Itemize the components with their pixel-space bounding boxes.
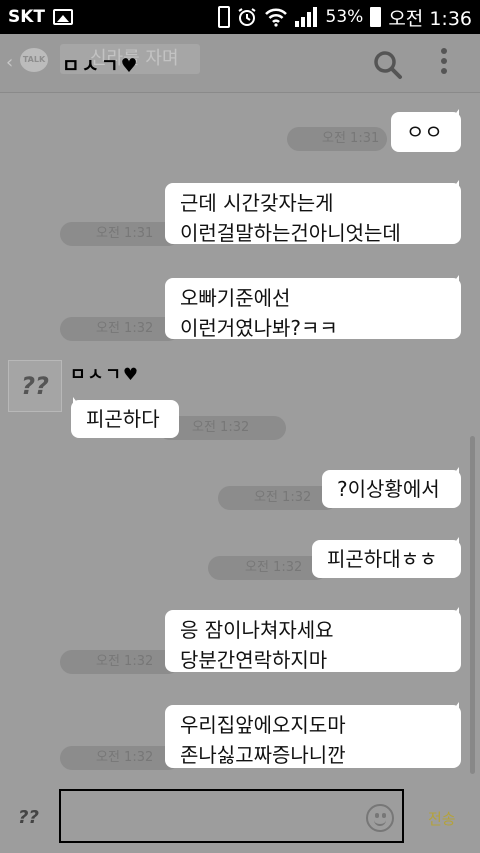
- timestamp: 오전 1:32: [60, 317, 180, 341]
- input-bar: ??: [0, 775, 480, 853]
- search-icon[interactable]: [373, 50, 403, 80]
- emoticon-icon[interactable]: [366, 804, 394, 832]
- timestamp: 오전 1:32: [60, 746, 180, 770]
- message-text: 피곤하다: [86, 407, 160, 431]
- message-bubble[interactable]: 오빠기준에선 이런거였나봐?ㅋㅋ: [165, 275, 461, 340]
- message-line: 근데 시간갖자는게: [180, 191, 334, 215]
- talk-icon[interactable]: TALK: [20, 48, 48, 72]
- timestamp: 오전 1:31: [60, 222, 180, 246]
- wifi-icon: [264, 8, 287, 27]
- message-line: 이런걸말하는건아니엇는데: [180, 221, 401, 245]
- carrier-label: SKT: [8, 7, 46, 27]
- message-line: 당분간연락하지마: [180, 648, 328, 672]
- image-notification-icon: [53, 9, 74, 25]
- status-bar: SKT 53% 오전 1:36: [0, 0, 480, 34]
- scrollbar[interactable]: [470, 436, 475, 774]
- more-options-icon[interactable]: [441, 48, 449, 78]
- message-bubble[interactable]: 우리집앞에오지도마 존나싫고짜증나니깐: [165, 702, 461, 768]
- message-text: ?이상황에서: [337, 477, 440, 501]
- back-arrow-icon[interactable]: ‹: [6, 52, 13, 73]
- timestamp: 오전 1:32: [218, 486, 338, 510]
- message-text: ㅇㅇ: [406, 120, 443, 144]
- message-bubble[interactable]: 근데 시간갖자는게 이런걸말하는건아니엇는데: [165, 180, 461, 245]
- send-button[interactable]: 전송: [428, 808, 456, 829]
- alarm-icon: [237, 8, 256, 26]
- message-input[interactable]: [59, 789, 404, 843]
- signal-icon: [294, 7, 319, 27]
- battery-percent: 53%: [325, 7, 364, 27]
- attach-button[interactable]: ??: [18, 807, 39, 828]
- message-line: 오빠기준에선: [180, 286, 291, 310]
- message-bubble[interactable]: ?이상황에서: [322, 467, 461, 508]
- message-line: 이런거였나봐?ㅋㅋ: [180, 316, 338, 340]
- battery-icon: [370, 7, 382, 27]
- timestamp: 오전 1:32: [60, 650, 180, 674]
- timestamp: 오전 1:32: [208, 556, 328, 580]
- message-line: 응 잠이나쳐자세요: [180, 618, 334, 642]
- message-bubble[interactable]: ㅇㅇ: [391, 109, 461, 152]
- message-bubble[interactable]: 응 잠이나쳐자세요 당분간연락하지마: [165, 607, 461, 672]
- timestamp: 오전 1:31: [287, 127, 387, 151]
- chat-header: ‹ TALK 신라를 자며 ㅁㅅㄱ♥: [0, 34, 480, 93]
- vibrate-icon: [217, 6, 230, 28]
- chat-title: ㅁㅅㄱ♥: [62, 55, 140, 77]
- avatar[interactable]: ??: [8, 360, 62, 412]
- message-text: 피곤하대ㅎㅎ: [327, 547, 438, 571]
- message-line: 존나싫고짜증나니깐: [180, 743, 346, 767]
- message-bubble[interactable]: 피곤하다: [71, 397, 179, 438]
- clock: 오전 1:36: [388, 7, 472, 30]
- message-line: 우리집앞에오지도마: [180, 713, 346, 737]
- message-bubble[interactable]: 피곤하대ㅎㅎ: [312, 537, 461, 578]
- sender-name: ㅁㅅㄱ♥: [70, 365, 141, 385]
